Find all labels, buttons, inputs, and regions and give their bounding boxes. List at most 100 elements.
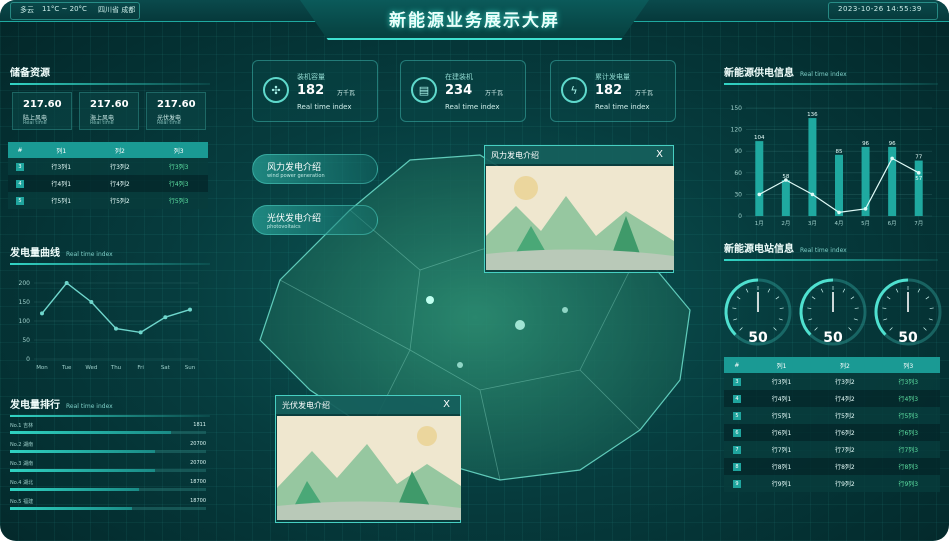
supply-panel: 新能源供电信息 Real time index xyxy=(724,64,938,85)
x-tick-label: 4月 xyxy=(835,220,844,227)
kpi-sub: Real time index xyxy=(297,103,352,111)
table-cell: 行6列1 xyxy=(749,424,814,441)
row-index: 4 xyxy=(15,179,24,188)
x-tick-label: Sun xyxy=(185,365,196,371)
ranking-fill xyxy=(10,450,156,453)
gauge-tick xyxy=(850,296,855,300)
table-row[interactable]: 4 行4列1 行4列2 行4列3 xyxy=(724,390,940,407)
ranking-value: 18700 xyxy=(190,498,206,504)
gauge-tick xyxy=(811,296,816,300)
table-cell: 行8列3 xyxy=(876,458,940,475)
table-row[interactable]: 6 行6列1 行6列2 行6列3 xyxy=(724,424,940,441)
weather-text: 多云 xyxy=(20,6,34,14)
table-cell: 行5列2 xyxy=(90,192,150,209)
y-tick-label: 60 xyxy=(734,170,742,177)
ranking-row[interactable]: No.2 湖南 20700 xyxy=(10,441,206,455)
column-header: 列2 xyxy=(813,357,877,373)
gauge-tick xyxy=(882,307,887,309)
table-cell: 行5列1 xyxy=(749,407,814,424)
data-point xyxy=(890,156,894,161)
page-title: 新能源业务展示大屏 xyxy=(389,11,560,31)
kpi-value: 234 xyxy=(445,83,473,98)
gauge-tick xyxy=(732,307,737,309)
table-cell: 行9列2 xyxy=(813,475,877,492)
title-underline xyxy=(10,263,210,265)
close-icon[interactable]: X xyxy=(443,399,450,410)
ranking-fill xyxy=(10,488,140,491)
x-tick-label: Wed xyxy=(85,365,97,371)
gauge-tick xyxy=(925,296,930,300)
y-tick-label: 30 xyxy=(734,191,742,198)
table-row[interactable]: 9 行9列1 行9列2 行9列3 xyxy=(724,475,940,492)
title-underline xyxy=(724,259,938,261)
series-line xyxy=(41,282,191,334)
stat-value: 217.60 xyxy=(157,99,196,110)
table-cell: 行4列3 xyxy=(876,390,940,407)
table-row[interactable]: 4 行4列1 行4列2 行4列3 xyxy=(8,175,208,192)
ranking-value: 20700 xyxy=(190,460,206,466)
row-index: 8 xyxy=(732,462,741,471)
solar-intro-popup: 光伏发电介绍 X xyxy=(275,395,461,523)
table-cell: 行3列2 xyxy=(90,158,150,175)
map-hotspot[interactable] xyxy=(426,296,434,304)
table-cell: 行9列3 xyxy=(876,475,940,492)
gauge-arc xyxy=(799,278,834,336)
data-point xyxy=(40,311,44,316)
stat-card: 217.60 光伏发电 Real time xyxy=(146,92,206,130)
x-tick-label: Sat xyxy=(161,365,171,371)
stat-value: 217.60 xyxy=(23,99,62,110)
title-underline xyxy=(724,83,938,85)
table-cell: 行9列1 xyxy=(749,475,814,492)
map-hotspot[interactable] xyxy=(457,362,463,368)
ranking-row[interactable]: No.1 吉林 1811 xyxy=(10,422,206,436)
wind-intro-button[interactable]: 风力发电介绍 wind power generation xyxy=(252,154,378,184)
fan-icon: ✣ xyxy=(263,77,289,103)
y-tick-label: 0 xyxy=(738,213,742,220)
table-cell: 行3列1 xyxy=(749,373,814,390)
ranking-row[interactable]: No.5 福建 18700 xyxy=(10,498,206,512)
bar xyxy=(914,160,923,216)
row-index: 4 xyxy=(732,394,741,403)
gauge-value: 50 xyxy=(748,330,768,346)
x-tick-label: 1月 xyxy=(755,220,764,227)
table-row[interactable]: 5 行5列1 行5列2 行5列3 xyxy=(724,407,940,424)
table-row[interactable]: 5 行5列1 行5列2 行5列3 xyxy=(8,192,208,209)
gauge-tick xyxy=(778,318,783,321)
popup-title: 风力发电介绍 xyxy=(491,151,539,160)
wind-intro-popup: 风力发电介绍 X xyxy=(484,145,674,273)
kpi-unit: 万千瓦 xyxy=(337,90,356,97)
gauge-tick xyxy=(775,296,780,300)
table-row[interactable]: 8 行8列1 行8列2 行8列3 xyxy=(724,458,940,475)
data-point xyxy=(163,315,168,320)
curve-chart: 0 50 100 150 200 Mon Tue Wed Thu Fri Sat Sun xyxy=(19,280,198,371)
data-label: 136 xyxy=(807,112,818,118)
x-tick-label: 5月 xyxy=(861,220,870,227)
table-row[interactable]: 3 行3列1 行3列2 行3列3 xyxy=(724,373,940,390)
gauge-value: 50 xyxy=(823,330,843,346)
column-header: 列2 xyxy=(90,142,150,158)
ranking-row[interactable]: No.4 湖北 18700 xyxy=(10,479,206,493)
supply-subtitle: Real time index xyxy=(800,71,847,78)
kpi-value: 182 xyxy=(595,83,623,98)
gauge-tick xyxy=(886,296,891,300)
datetime-text: 2023-10-26 14:55:39 xyxy=(838,5,922,13)
row-index: 7 xyxy=(732,445,741,454)
data-label: 96 xyxy=(862,141,869,147)
table-row[interactable]: 3 行3列1 行3列2 行3列3 xyxy=(8,158,208,175)
solar-intro-button[interactable]: 光伏发电介绍 photovoltaics xyxy=(252,205,378,235)
kpi-sub: Real time index xyxy=(595,103,650,111)
table-row[interactable]: 7 行7列1 行7列2 行7列3 xyxy=(724,441,940,458)
map-hotspot[interactable] xyxy=(562,307,568,313)
table-cell: 行5列2 xyxy=(813,407,877,424)
stat-card: 217.60 陆上风电 Real time xyxy=(12,92,72,130)
close-icon[interactable]: X xyxy=(656,149,663,160)
x-tick-label: Fri xyxy=(137,365,144,371)
map-hotspot[interactable] xyxy=(515,320,525,330)
ranking-row[interactable]: No.3 湖南 20700 xyxy=(10,460,206,474)
data-label: 77 xyxy=(915,155,922,161)
gauge-arc xyxy=(874,278,909,336)
column-header: # xyxy=(724,357,750,373)
y-tick-label: 120 xyxy=(731,127,743,134)
gauge-tick xyxy=(733,318,738,321)
column-header: 列1 xyxy=(31,142,91,158)
